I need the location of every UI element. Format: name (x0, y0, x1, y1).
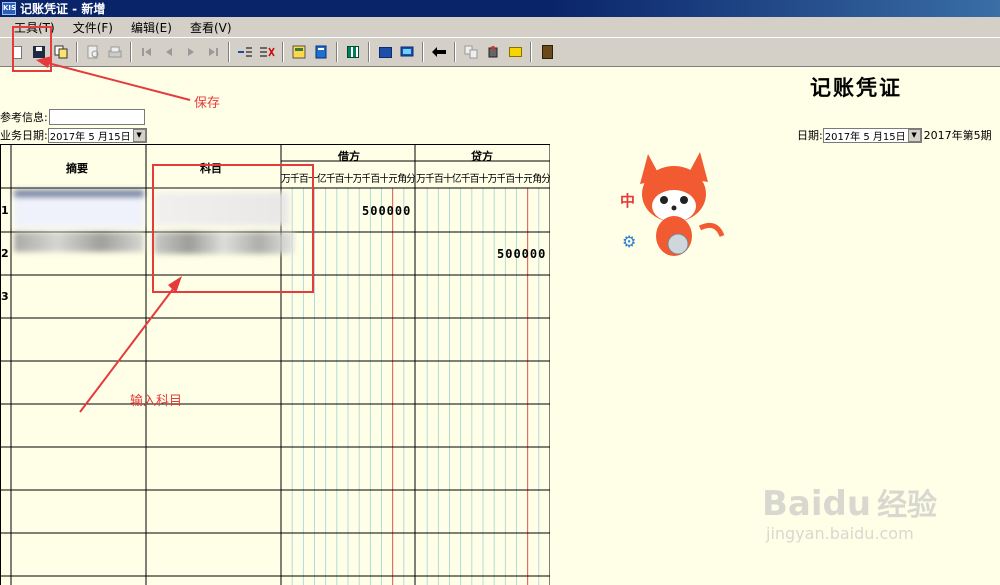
fox-mascot-image: 中 ⚙ (620, 144, 730, 264)
mascot-badge: 中 (620, 192, 636, 210)
watermark-url: jingyan.baidu.com (766, 524, 914, 543)
watermark-brand-cn: 经验 (877, 488, 938, 523)
baidu-watermark: Baidu 经验 jingyan.baidu.com (762, 480, 992, 575)
watermark-brand: Baidu (762, 484, 872, 524)
account-annotation: 输入科目 (130, 394, 183, 409)
voucher-window: KIS 记账凭证 - 新增 工具(T) 文件(F) 编辑(E) 查看(V) 记账… (0, 0, 1000, 585)
save-annotation: 保存 (194, 96, 221, 111)
gear-icon: ⚙ (622, 232, 637, 251)
